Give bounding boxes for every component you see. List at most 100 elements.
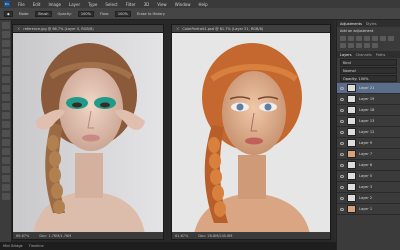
tab-adjustments[interactable]: Adjustments xyxy=(340,22,362,26)
eye-visibility-icon[interactable] xyxy=(340,185,344,189)
menu-filter[interactable]: Filter xyxy=(126,2,136,7)
doc-size-info: Doc: 1.76M/1.76M xyxy=(39,233,72,238)
vibrance-icon[interactable] xyxy=(372,36,378,41)
levels-icon[interactable] xyxy=(348,36,354,41)
document-tab[interactable]: × ColorPortrait1.psd @ 61.7% (Layer 21, … xyxy=(172,25,330,33)
menu-type[interactable]: Type xyxy=(88,2,97,7)
zoom-level[interactable]: 61.67% xyxy=(175,234,188,238)
document-tab[interactable]: × reference.jpg @ 66.7% (Layer 0, RGB/8) xyxy=(13,25,163,33)
menu-view[interactable]: View xyxy=(157,2,167,7)
dodge-tool-icon[interactable] xyxy=(1,139,10,146)
doc-size-info: Doc: 26.8M/240.8M xyxy=(198,233,233,238)
invert-icon[interactable] xyxy=(364,43,370,48)
eye-visibility-icon[interactable] xyxy=(340,86,344,90)
document-window-reference[interactable]: × reference.jpg @ 66.7% (Layer 0, RGB/8) xyxy=(12,24,164,240)
eye-visibility-icon[interactable] xyxy=(340,97,344,101)
menu-select[interactable]: Select xyxy=(105,2,117,7)
stamp-tool-icon[interactable] xyxy=(1,94,10,101)
close-icon[interactable]: × xyxy=(17,26,20,31)
eye-visibility-icon[interactable] xyxy=(340,163,344,167)
layer-row[interactable]: Layer 9 xyxy=(337,138,400,149)
move-tool-icon[interactable] xyxy=(1,22,10,29)
tab-mini-bridge[interactable]: Mini Bridge xyxy=(3,244,23,248)
zoom-level[interactable]: 66.67% xyxy=(16,234,29,238)
layer-row[interactable]: Layer 19 xyxy=(337,94,400,105)
layer-row[interactable]: Layer 5 xyxy=(337,171,400,182)
crop-tool-icon[interactable] xyxy=(1,58,10,65)
layer-row[interactable]: Layer 21 xyxy=(337,83,400,94)
layer-name: Layer 9 xyxy=(359,141,373,145)
layer-row[interactable]: Layer 13 xyxy=(337,116,400,127)
menu-edit[interactable]: Edit xyxy=(33,2,41,7)
menu-3d[interactable]: 3D xyxy=(144,2,150,7)
tab-layers[interactable]: Layers xyxy=(340,53,352,57)
blend-mode-select[interactable]: Normal xyxy=(340,67,397,74)
menu-help[interactable]: Help xyxy=(198,2,207,7)
channel-mixer-icon[interactable] xyxy=(356,43,362,48)
adjustment-icons xyxy=(337,35,400,51)
marquee-tool-icon[interactable] xyxy=(1,31,10,38)
document-window-painting[interactable]: × ColorPortrait1.psd @ 61.7% (Layer 21, … xyxy=(171,24,331,240)
gradient-tool-icon[interactable] xyxy=(1,121,10,128)
eye-visibility-icon[interactable] xyxy=(340,119,344,123)
shape-tool-icon[interactable] xyxy=(1,175,10,182)
menu-window[interactable]: Window xyxy=(175,2,191,7)
menu-file[interactable]: File xyxy=(18,2,25,7)
eye-visibility-icon[interactable] xyxy=(340,130,344,134)
layer-row[interactable]: Layer 18 xyxy=(337,105,400,116)
tab-paths[interactable]: Paths xyxy=(376,53,386,57)
type-tool-icon[interactable] xyxy=(1,157,10,164)
layer-name: Layer 3 xyxy=(359,185,373,189)
mode-select[interactable]: Brush xyxy=(35,10,52,17)
layer-row[interactable]: Layer 12 xyxy=(337,127,400,138)
curves-icon[interactable] xyxy=(356,36,362,41)
erase-history-checkbox[interactable]: Erase to History xyxy=(137,12,165,16)
layer-thumbnail xyxy=(347,128,356,136)
close-icon[interactable]: × xyxy=(176,26,179,31)
layer-thumbnail xyxy=(347,84,356,92)
healing-tool-icon[interactable] xyxy=(1,76,10,83)
menu-image[interactable]: Image xyxy=(48,2,61,7)
eraser-tool-preset[interactable]: ◆ xyxy=(4,10,13,17)
history-brush-tool-icon[interactable] xyxy=(1,103,10,110)
menu-layer[interactable]: Layer xyxy=(69,2,80,7)
quick-select-tool-icon[interactable] xyxy=(1,49,10,56)
tab-timeline[interactable]: Timeline xyxy=(29,244,44,248)
eye-visibility-icon[interactable] xyxy=(340,196,344,200)
exposure-icon[interactable] xyxy=(364,36,370,41)
canvas-reference-photo[interactable] xyxy=(13,33,163,232)
color-balance-icon[interactable] xyxy=(388,36,394,41)
brightness-icon[interactable] xyxy=(340,36,346,41)
blur-tool-icon[interactable] xyxy=(1,130,10,137)
eye-visibility-icon[interactable] xyxy=(340,207,344,211)
zoom-tool-icon[interactable] xyxy=(1,193,10,200)
layer-opacity-fill[interactable]: Opacity: 100% xyxy=(340,75,397,82)
layer-row[interactable]: Layer 7 xyxy=(337,149,400,160)
gradient-map-icon[interactable] xyxy=(372,43,378,48)
layer-row[interactable]: Layer 2 xyxy=(337,193,400,204)
opacity-field[interactable]: 100% xyxy=(77,10,94,17)
lasso-tool-icon[interactable] xyxy=(1,40,10,47)
eye-visibility-icon[interactable] xyxy=(340,152,344,156)
tab-channels[interactable]: Channels xyxy=(356,53,372,57)
layer-row[interactable]: Layer 6 xyxy=(337,160,400,171)
canvas-painting[interactable] xyxy=(172,33,330,232)
layer-row[interactable]: Layer 1 xyxy=(337,204,400,215)
flow-field[interactable]: 100% xyxy=(114,10,131,17)
path-select-tool-icon[interactable] xyxy=(1,166,10,173)
tab-styles[interactable]: Styles xyxy=(366,22,377,26)
photo-filter-icon[interactable] xyxy=(348,43,354,48)
layer-name: Layer 18 xyxy=(359,108,375,112)
pen-tool-icon[interactable] xyxy=(1,148,10,155)
layer-filter-kind[interactable]: Kind xyxy=(340,59,397,66)
hue-saturation-icon[interactable] xyxy=(380,36,386,41)
eye-visibility-icon[interactable] xyxy=(340,108,344,112)
hand-tool-icon[interactable] xyxy=(1,184,10,191)
eye-visibility-icon[interactable] xyxy=(340,141,344,145)
eyedropper-tool-icon[interactable] xyxy=(1,67,10,74)
black-white-icon[interactable] xyxy=(340,43,346,48)
brush-tool-icon[interactable] xyxy=(1,85,10,92)
layer-row[interactable]: Layer 3 xyxy=(337,182,400,193)
eraser-tool-icon[interactable] xyxy=(1,112,10,119)
eye-visibility-icon[interactable] xyxy=(340,174,344,178)
